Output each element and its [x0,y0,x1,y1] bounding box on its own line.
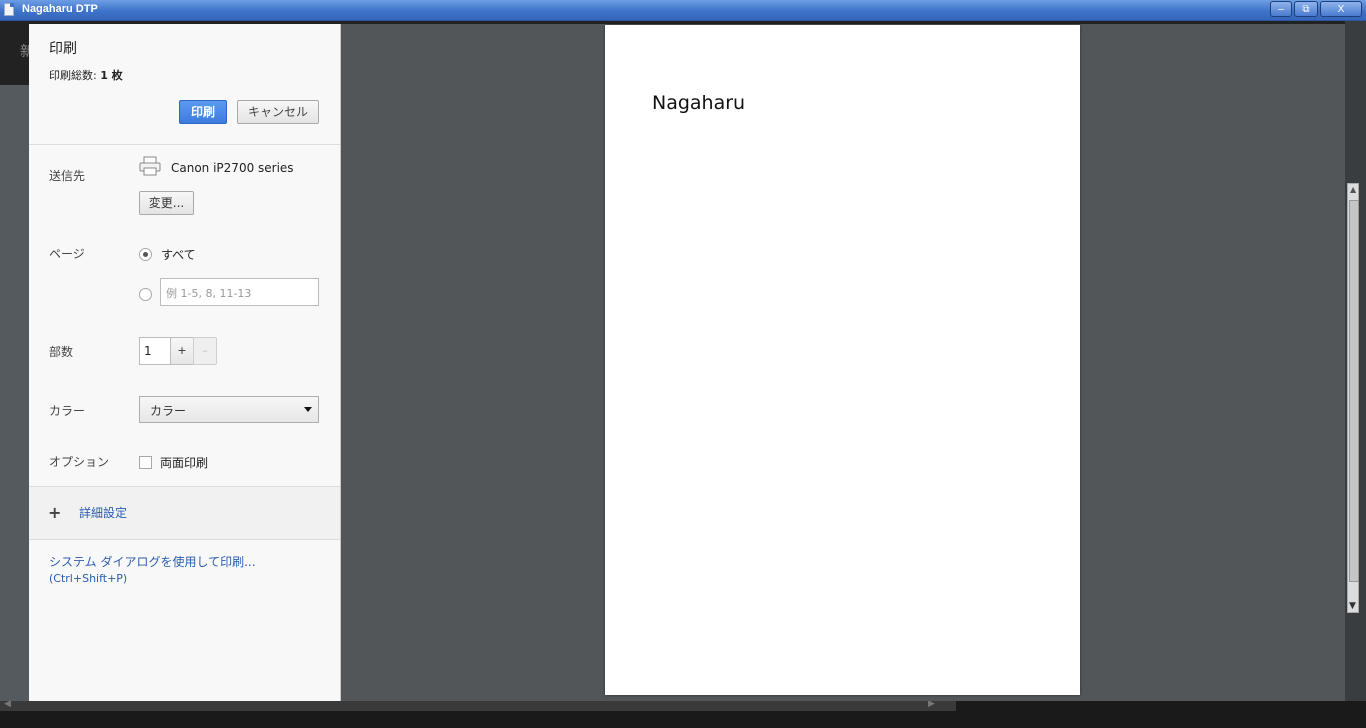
scrollbar-thumb[interactable] [1349,200,1359,582]
copies-input[interactable]: 1 [139,337,171,365]
total-pages: 印刷総数: 1 枚 [49,67,123,83]
background-app-sidebar: 新 [0,44,34,701]
cancel-button[interactable]: キャンセル [237,100,319,124]
print-title: 印刷 [49,41,77,57]
copies-label: 部数 [49,345,74,359]
advanced-settings-link[interactable]: 詳細設定 [79,504,127,521]
system-dialog-shortcut: (Ctrl+Shift+P) [49,572,128,585]
duplex-label[interactable]: 両面印刷 [160,454,208,471]
copies-increment-button[interactable]: + [170,337,194,365]
pages-custom-radio[interactable] [139,288,152,301]
plus-icon: + [48,503,62,522]
printer-name: Canon iP2700 series [171,161,294,175]
print-settings-panel: 印刷 印刷総数: 1 枚 印刷 キャンセル 送信先 Canon iP2700 s… [29,24,341,701]
copies-decrement-button[interactable]: – [193,337,217,365]
system-dialog-link[interactable]: システム ダイアログを使用して印刷... [49,553,256,570]
print-button[interactable]: 印刷 [179,100,227,124]
preview-page: Nagaharu [605,25,1080,695]
scroll-down-arrow-icon[interactable]: ▼ [1349,601,1356,611]
preview-page-text: Nagaharu [652,92,746,114]
scroll-left-arrow-icon[interactable]: ◀ [4,699,11,709]
document-icon [4,3,14,16]
change-destination-button[interactable]: 変更... [139,191,194,215]
color-select-value: カラー [150,404,187,418]
restore-button[interactable]: ⧉ [1294,1,1318,17]
vertical-scrollbar[interactable]: ▲ ▼ [1347,183,1359,613]
scroll-up-arrow-icon[interactable]: ▲ [1350,185,1356,194]
advanced-settings-section[interactable]: + 詳細設定 [29,486,340,540]
pages-all-label[interactable]: すべて [161,246,196,263]
chevron-down-icon [304,407,312,412]
pages-label: ページ [49,247,85,261]
horizontal-scrollbar[interactable]: ◀ ▶ [0,699,956,711]
close-button[interactable]: X [1320,1,1362,17]
print-preview-area: Nagaharu [341,24,1345,701]
options-label: オプション [49,455,110,469]
pages-all-radio[interactable] [139,248,152,261]
header-divider [29,144,340,145]
duplex-checkbox[interactable] [139,456,152,469]
total-pages-label: 印刷総数: [49,69,101,82]
window-titlebar: Nagaharu DTP – ⧉ X [0,0,1366,21]
minimize-button[interactable]: – [1270,1,1292,17]
printer-icon [139,156,161,176]
total-pages-value: 1 枚 [100,69,123,82]
destination-label: 送信先 [49,169,86,183]
color-label: カラー [49,404,86,418]
pages-range-input[interactable]: 例 1-5, 8, 11-13 [160,278,319,306]
color-select[interactable]: カラー [139,396,319,423]
window-title: Nagaharu DTP [22,3,98,15]
